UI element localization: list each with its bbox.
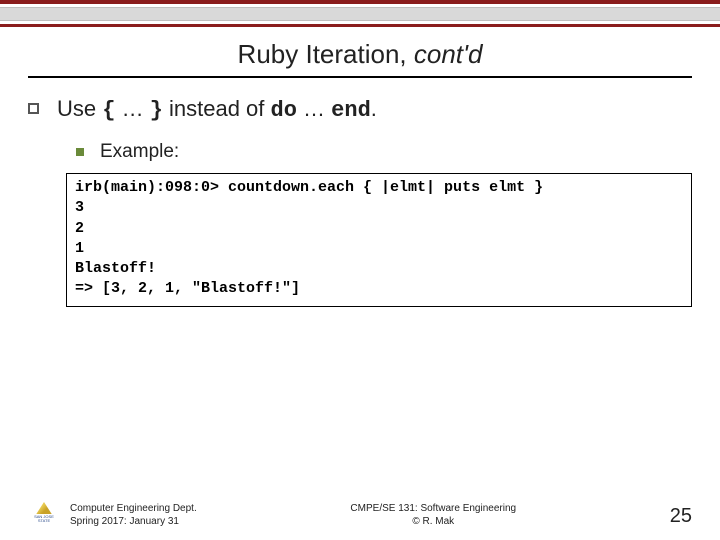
- footer: SAN JOSE STATE Computer Engineering Dept…: [0, 502, 720, 528]
- page-number: 25: [670, 505, 692, 528]
- code-part: do: [271, 98, 297, 123]
- text-part: …: [297, 96, 331, 121]
- footer-left-text: Computer Engineering Dept. Spring 2017: …: [70, 503, 197, 528]
- text-part: instead of: [163, 96, 271, 121]
- date-line: Spring 2017: January 31: [70, 516, 197, 529]
- footer-center: CMPE/SE 131: Software Engineering © R. M…: [197, 503, 670, 528]
- accent-bar-top: [0, 0, 720, 4]
- code-part: end: [331, 98, 371, 123]
- text-part: Use: [57, 96, 102, 121]
- dept-line: Computer Engineering Dept.: [70, 503, 197, 516]
- code-part: }: [150, 98, 163, 123]
- title-italic: cont'd: [414, 39, 483, 69]
- course-line: CMPE/SE 131: Software Engineering: [197, 503, 670, 516]
- header-bars: [0, 0, 720, 27]
- text-part: .: [371, 96, 377, 121]
- code-example: irb(main):098:0> countdown.each { |elmt|…: [66, 173, 692, 307]
- title-text: Ruby Iteration,: [238, 39, 414, 69]
- bullet-icon: [28, 103, 39, 114]
- sub-bullet-text: Example:: [100, 141, 179, 163]
- logo-text: SAN JOSE STATE: [28, 515, 60, 523]
- university-logo: SAN JOSE STATE: [28, 502, 60, 528]
- copyright-line: © R. Mak: [197, 516, 670, 529]
- sub-bullet-icon: [76, 148, 84, 156]
- accent-bar-bottom: [0, 24, 720, 27]
- content-area: Use { … } instead of do … end. Example: …: [0, 96, 720, 307]
- code-part: {: [102, 98, 115, 123]
- bullet-text: Use { … } instead of do … end.: [57, 96, 377, 123]
- sub-bullet-item: Example:: [76, 141, 692, 163]
- footer-left: SAN JOSE STATE Computer Engineering Dept…: [28, 502, 197, 528]
- bullet-item: Use { … } instead of do … end.: [28, 96, 692, 123]
- slide-title: Ruby Iteration, cont'd: [0, 39, 720, 70]
- logo-icon: [33, 502, 55, 514]
- text-part: …: [115, 96, 149, 121]
- title-underline: [28, 76, 692, 78]
- grey-bar: [0, 7, 720, 21]
